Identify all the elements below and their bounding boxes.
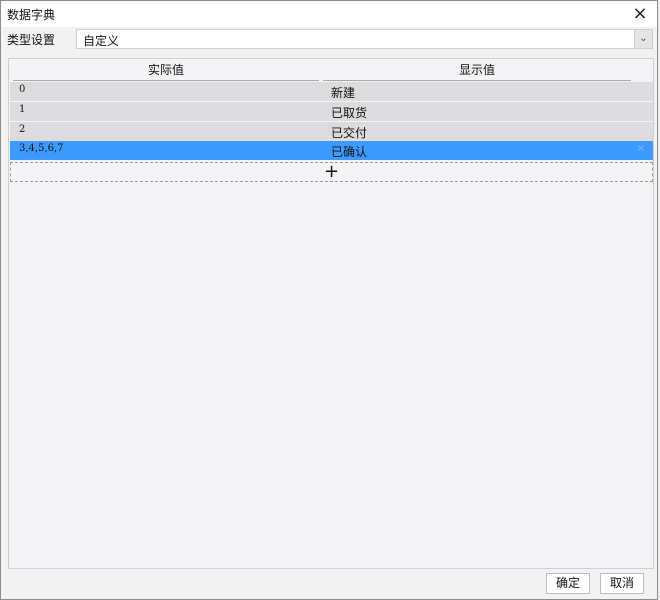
type-setting-value: 自定义 <box>83 34 120 48</box>
display-value-cell[interactable]: 已确认 <box>331 143 367 160</box>
table-row-selected[interactable]: 3,4,5,6,7 已确认 ✕ <box>10 141 653 160</box>
table-row[interactable]: 1 已取货 <box>10 102 653 121</box>
close-icon[interactable]: × <box>629 3 651 25</box>
title-bar: 数据字典 × <box>1 1 657 27</box>
type-setting-row: 类型设置 自定义 ⌄ <box>1 27 657 51</box>
actual-value-cell[interactable]: 0 <box>19 84 25 95</box>
table-row[interactable]: 0 新建 <box>10 82 653 101</box>
dictionary-table: 实际值 显示值 0 新建 1 已取货 2 已交付 3,4,5,6,7 已确认 ✕… <box>8 58 654 569</box>
actual-value-cell[interactable]: 2 <box>19 124 25 135</box>
chevron-down-icon[interactable]: ⌄ <box>634 30 652 48</box>
window-title: 数据字典 <box>7 8 56 22</box>
add-row-button[interactable]: + <box>10 162 653 182</box>
cancel-button[interactable]: 取消 <box>600 573 644 594</box>
plus-icon: + <box>323 161 340 182</box>
type-setting-select[interactable]: 自定义 ⌄ <box>76 29 653 49</box>
actual-value-cell[interactable]: 3,4,5,6,7 <box>19 143 64 154</box>
display-value-cell[interactable]: 已取货 <box>331 104 367 121</box>
display-value-cell[interactable]: 已交付 <box>331 124 367 141</box>
delete-row-icon[interactable]: ✕ <box>637 144 645 155</box>
type-setting-label: 类型设置 <box>7 33 56 47</box>
table-row[interactable]: 2 已交付 <box>10 122 653 141</box>
data-dictionary-dialog: 数据字典 × 类型设置 自定义 ⌄ 实际值 显示值 0 新建 1 已取货 2 已… <box>0 0 658 600</box>
column-header-display: 显示值 <box>323 61 631 81</box>
column-header-actual: 实际值 <box>13 61 319 81</box>
ok-button[interactable]: 确定 <box>546 573 590 594</box>
actual-value-cell[interactable]: 1 <box>19 104 25 115</box>
display-value-cell[interactable]: 新建 <box>331 84 355 101</box>
